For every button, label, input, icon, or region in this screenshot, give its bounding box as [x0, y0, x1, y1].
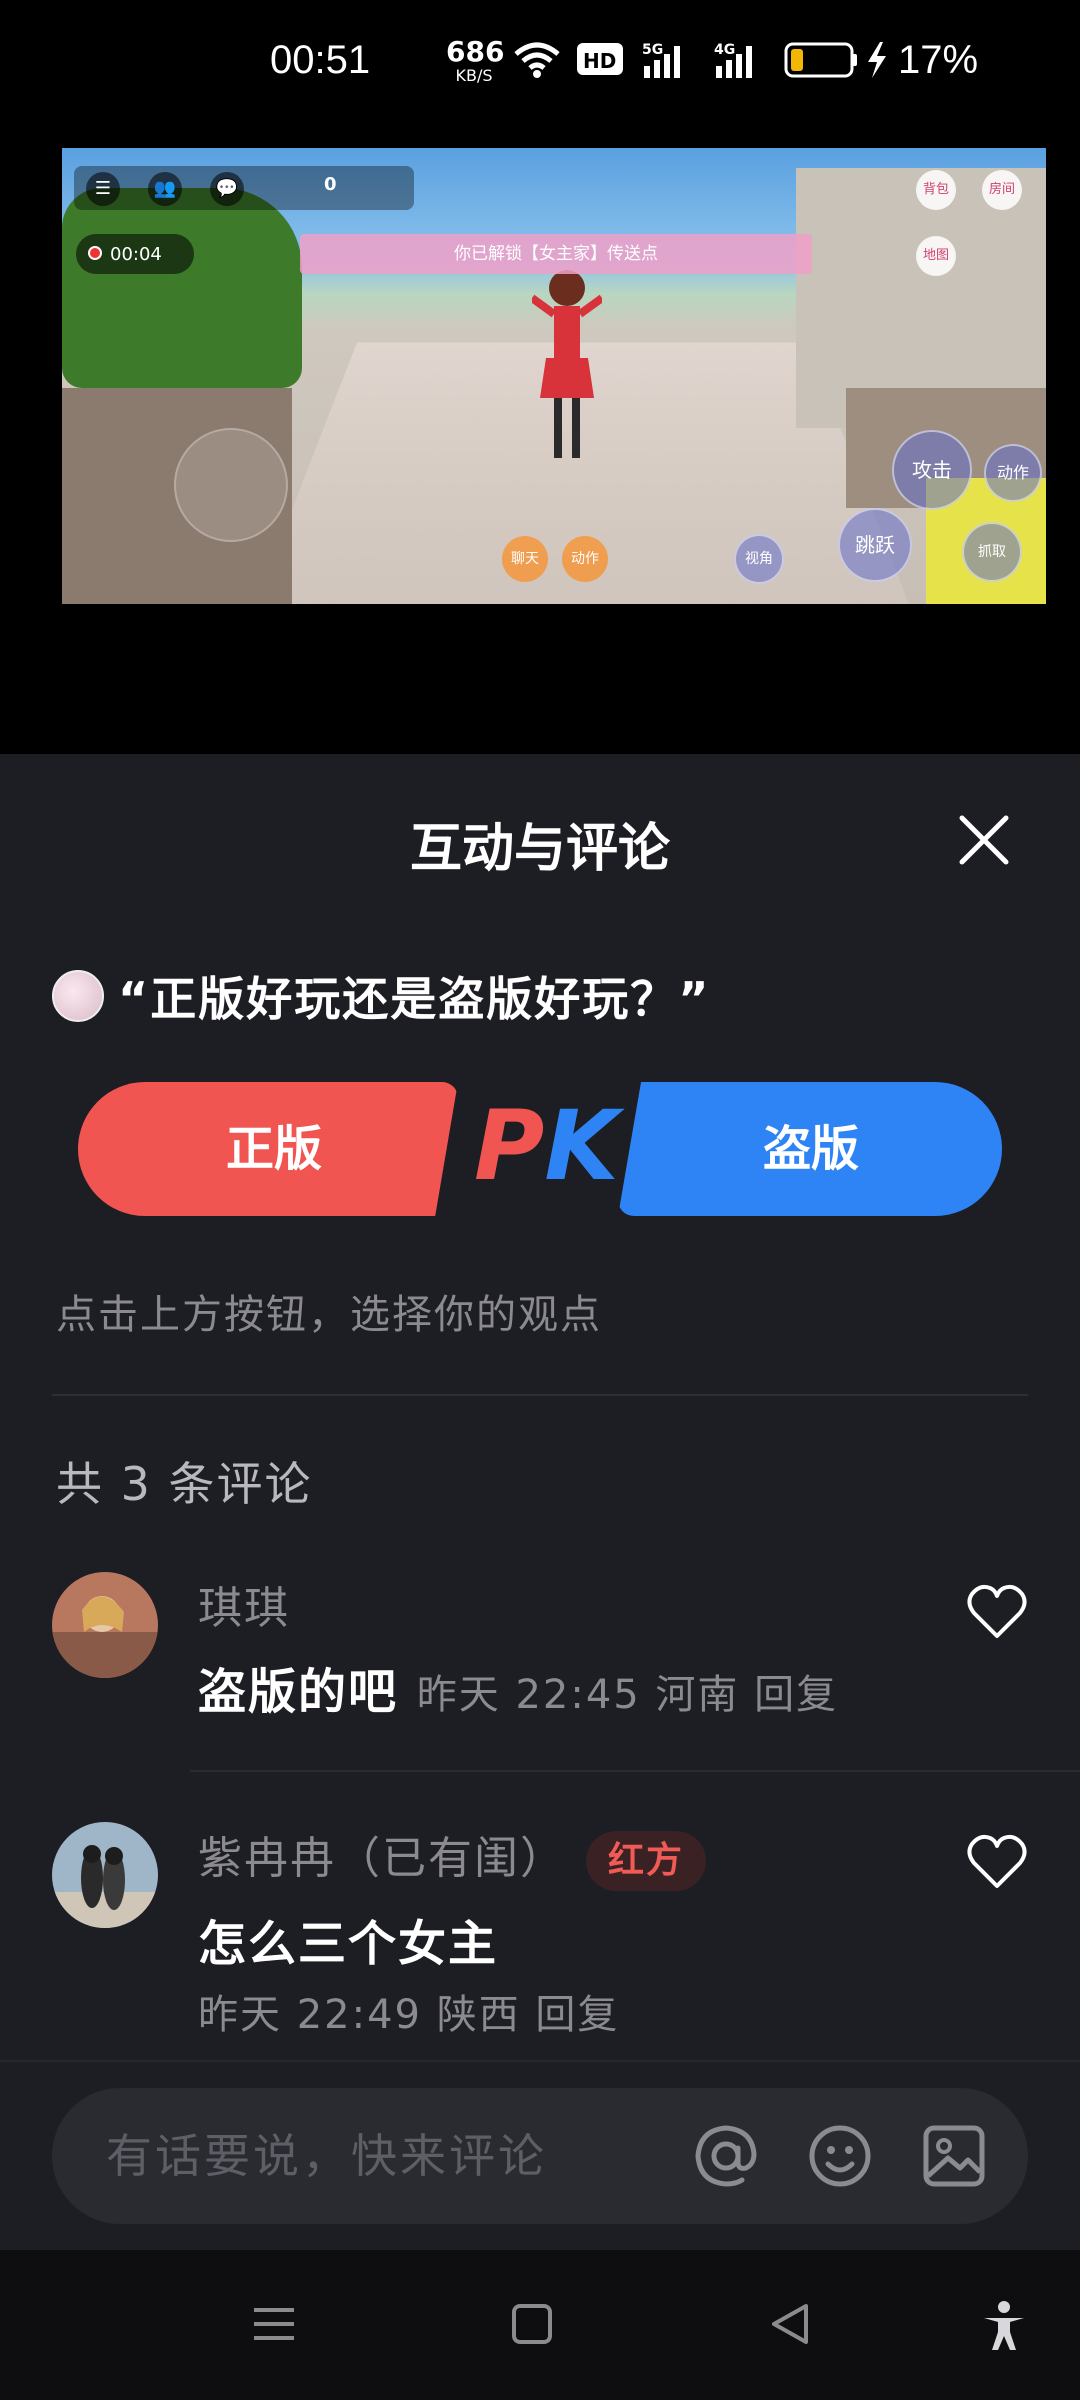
attack-button[interactable]: 攻击 [892, 430, 972, 510]
status-time: 00:51 [270, 38, 371, 82]
avatar[interactable] [52, 1822, 158, 1928]
divider [52, 1394, 1028, 1396]
joystick[interactable] [174, 428, 288, 542]
svg-text:5G: 5G [642, 42, 663, 58]
map-button[interactable]: 地图 [916, 236, 956, 276]
hd-icon: HD [577, 43, 623, 75]
poll-question: “正版好玩还是盗版好玩？” [52, 968, 710, 1026]
wifi-icon [514, 42, 560, 78]
accessibility-icon[interactable] [980, 2300, 1028, 2352]
record-indicator: 00:04 [76, 234, 194, 274]
back-icon[interactable] [766, 2300, 814, 2348]
record-dot-icon [88, 246, 102, 260]
video-player[interactable]: ☰ 👥 💬 0 00:04 你已解锁【女主家】传送点 攻击 动作 跳跃 视角 抓… [62, 148, 1046, 604]
comment-author[interactable]: 紫冉冉（已有闺） 红方 [198, 1822, 707, 1891]
room-button[interactable]: 房间 [982, 170, 1022, 210]
pk-label: PK [474, 1090, 619, 1202]
friends-icon[interactable]: 👥 [148, 172, 182, 206]
signal-5g-icon: 5G [642, 42, 680, 78]
mention-icon[interactable] [692, 2122, 760, 2190]
poll-hint: 点击上方按钮，选择你的观点 [56, 1292, 602, 1338]
avatar [52, 970, 104, 1022]
question-text: “正版好玩还是盗版好玩？” [118, 972, 711, 1026]
signal-4g-icon: 4G [714, 42, 752, 78]
comment-input-bar: 有话要说，快来评论 [0, 2060, 1080, 2252]
action-button-small[interactable]: 动作 [562, 536, 608, 582]
jump-button[interactable]: 跳跃 [838, 508, 912, 582]
vote-right-label: 盗版 [763, 1121, 860, 1177]
grab-button[interactable]: 抓取 [962, 522, 1022, 582]
svg-text:4G: 4G [714, 42, 735, 58]
comment-count: 共 3 条评论 [56, 1457, 313, 1511]
divider [190, 1770, 1080, 1772]
comment-author[interactable]: 琪琪 [198, 1572, 290, 1636]
vote-left-button[interactable]: 正版 [78, 1082, 458, 1216]
close-icon[interactable] [956, 812, 1012, 868]
menu-icon[interactable]: ☰ [86, 172, 120, 206]
home-icon[interactable] [508, 2300, 556, 2348]
comment-body: 怎么三个女主 [198, 1916, 499, 1972]
comment-body: 盗版的吧 昨天 22:45 河南 回复 [198, 1664, 839, 1720]
recents-menu-icon[interactable] [250, 2300, 298, 2348]
image-icon[interactable] [920, 2122, 988, 2190]
system-nav-bar [0, 2250, 1080, 2400]
comment-input-placeholder: 有话要说，快来评论 [106, 2129, 547, 2183]
bag-button[interactable]: 背包 [916, 170, 956, 210]
sheet-title: 互动与评论 [409, 819, 670, 879]
coin-count: 0 [324, 174, 337, 195]
heart-icon[interactable] [966, 1584, 1028, 1640]
vote-right-button[interactable]: 盗版 [618, 1082, 1002, 1216]
svg-text:HD: HD [583, 49, 616, 73]
comment-input[interactable]: 有话要说，快来评论 [52, 2088, 1028, 2224]
video-hedge [62, 188, 302, 388]
unlock-banner: 你已解锁【女主家】传送点 [300, 234, 812, 274]
chat-button[interactable]: 聊天 [502, 536, 548, 582]
vote-left-label: 正版 [226, 1121, 323, 1177]
comment-meta: 昨天 22:49 陕西 回复 [198, 1992, 620, 2038]
heart-icon[interactable] [966, 1834, 1028, 1890]
view-button[interactable]: 视角 [734, 534, 784, 584]
comment-sheet: 互动与评论 “正版好玩还是盗版好玩？” 正版 PK 盗版 点击上方按钮，选择你的… [0, 754, 1080, 2250]
chat-icon[interactable]: 💬 [210, 172, 244, 206]
battery-icon [784, 42, 886, 78]
comment-meta: 昨天 22:45 河南 回复 [416, 1672, 839, 1718]
status-bar: 00:51 686 KB/S HD 5G 4G 17% [0, 0, 1080, 135]
net-speed: 686 KB/S [446, 35, 505, 85]
video-character [532, 270, 602, 458]
avatar[interactable] [52, 1572, 158, 1678]
emoji-icon[interactable] [806, 2122, 874, 2190]
video-topbar [74, 166, 414, 210]
action-button[interactable]: 动作 [984, 444, 1042, 502]
team-badge: 红方 [586, 1831, 707, 1891]
battery-percent: 17% [898, 38, 979, 82]
